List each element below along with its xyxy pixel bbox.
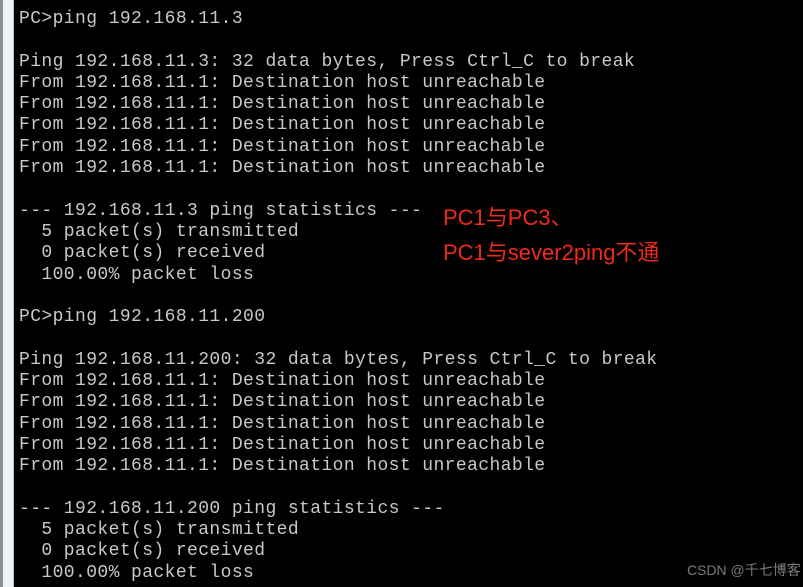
window-frame-strip	[3, 0, 14, 587]
terminal-line: 5 packet(s) transmitted	[19, 520, 300, 541]
terminal-line: 0 packet(s) received	[19, 541, 266, 562]
terminal-line: Ping 192.168.11.200: 32 data bytes, Pres…	[19, 349, 658, 370]
terminal-line: From 192.168.11.1: Destination host unre…	[19, 136, 546, 157]
annotation-line-1: PC1与PC3、	[443, 205, 573, 230]
watermark: CSDN @千七博客	[687, 562, 801, 578]
annotation-line-2: PC1与sever2ping不通	[443, 240, 660, 265]
terminal-line: Ping 192.168.11.3: 32 data bytes, Press …	[19, 51, 636, 72]
terminal-line: 100.00% packet loss	[19, 562, 255, 583]
terminal-line: PC>ping 192.168.11.200	[19, 307, 266, 328]
terminal-output[interactable]: PC>ping 192.168.11.3 Ping 192.168.11.3: 3…	[19, 9, 658, 584]
terminal-line: 100.00% packet loss	[19, 264, 255, 285]
terminal-line: From 192.168.11.1: Destination host unre…	[19, 413, 546, 434]
terminal-line: From 192.168.11.1: Destination host unre…	[19, 94, 546, 115]
terminal-line: From 192.168.11.1: Destination host unre…	[19, 158, 546, 179]
terminal-line: From 192.168.11.1: Destination host unre…	[19, 72, 546, 93]
terminal-line: From 192.168.11.1: Destination host unre…	[19, 371, 546, 392]
terminal-line: --- 192.168.11.200 ping statistics ---	[19, 498, 445, 519]
terminal-line: From 192.168.11.1: Destination host unre…	[19, 392, 546, 413]
terminal-line: PC>ping 192.168.11.3	[19, 9, 244, 29]
terminal-line: From 192.168.11.1: Destination host unre…	[19, 434, 546, 455]
terminal-line: From 192.168.11.1: Destination host unre…	[19, 456, 546, 477]
terminal-line: From 192.168.11.1: Destination host unre…	[19, 115, 546, 136]
